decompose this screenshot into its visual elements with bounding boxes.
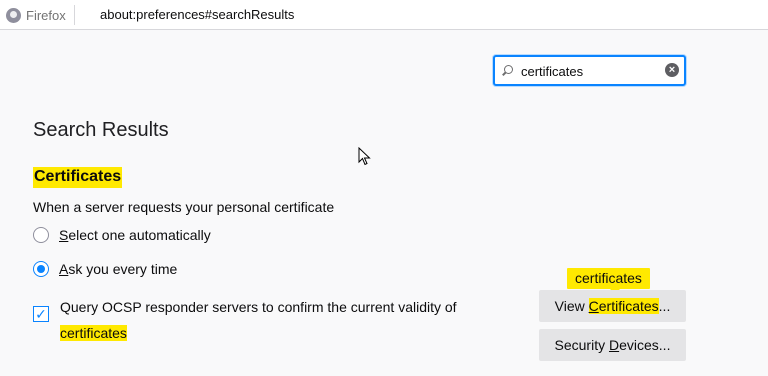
radio-button[interactable] (33, 227, 49, 243)
checkmark-icon[interactable]: ✓ (33, 306, 49, 322)
url-text[interactable]: about:preferences#searchResults (100, 7, 294, 22)
radio-ask-every-time[interactable]: Ask you every time (33, 261, 177, 277)
page-title: Search Results (33, 119, 169, 141)
ocsp-checkbox-row[interactable]: ✓ Query OCSP responder servers to confir… (33, 294, 493, 346)
view-certificates-button[interactable]: View Certificates... (539, 290, 686, 322)
search-icon (504, 65, 513, 74)
radio-label: Select one automatically (59, 227, 211, 243)
section-title-certificates: Certificates (33, 167, 123, 188)
identity-box[interactable]: Firefox (6, 5, 75, 25)
security-devices-button[interactable]: Security Devices... (539, 329, 686, 361)
browser-name: Firefox (26, 7, 66, 23)
mouse-cursor-icon (358, 147, 371, 166)
url-bar[interactable]: Firefox about:preferences#searchResults (0, 0, 768, 30)
radio-label: Ask you every time (59, 261, 178, 277)
clear-icon[interactable]: × (665, 63, 679, 77)
ocsp-checkbox-label: Query OCSP responder servers to confirm … (60, 299, 457, 341)
search-input[interactable] (521, 62, 651, 80)
search-match-tooltip: certificates (567, 268, 650, 294)
search-highlight: certificates (60, 325, 127, 341)
firefox-icon (6, 7, 21, 23)
radio-button[interactable] (33, 261, 49, 277)
search-box[interactable]: × (493, 55, 686, 86)
radio-select-automatically[interactable]: Select one automatically (33, 227, 211, 243)
certificate-request-description: When a server requests your personal cer… (33, 199, 335, 215)
